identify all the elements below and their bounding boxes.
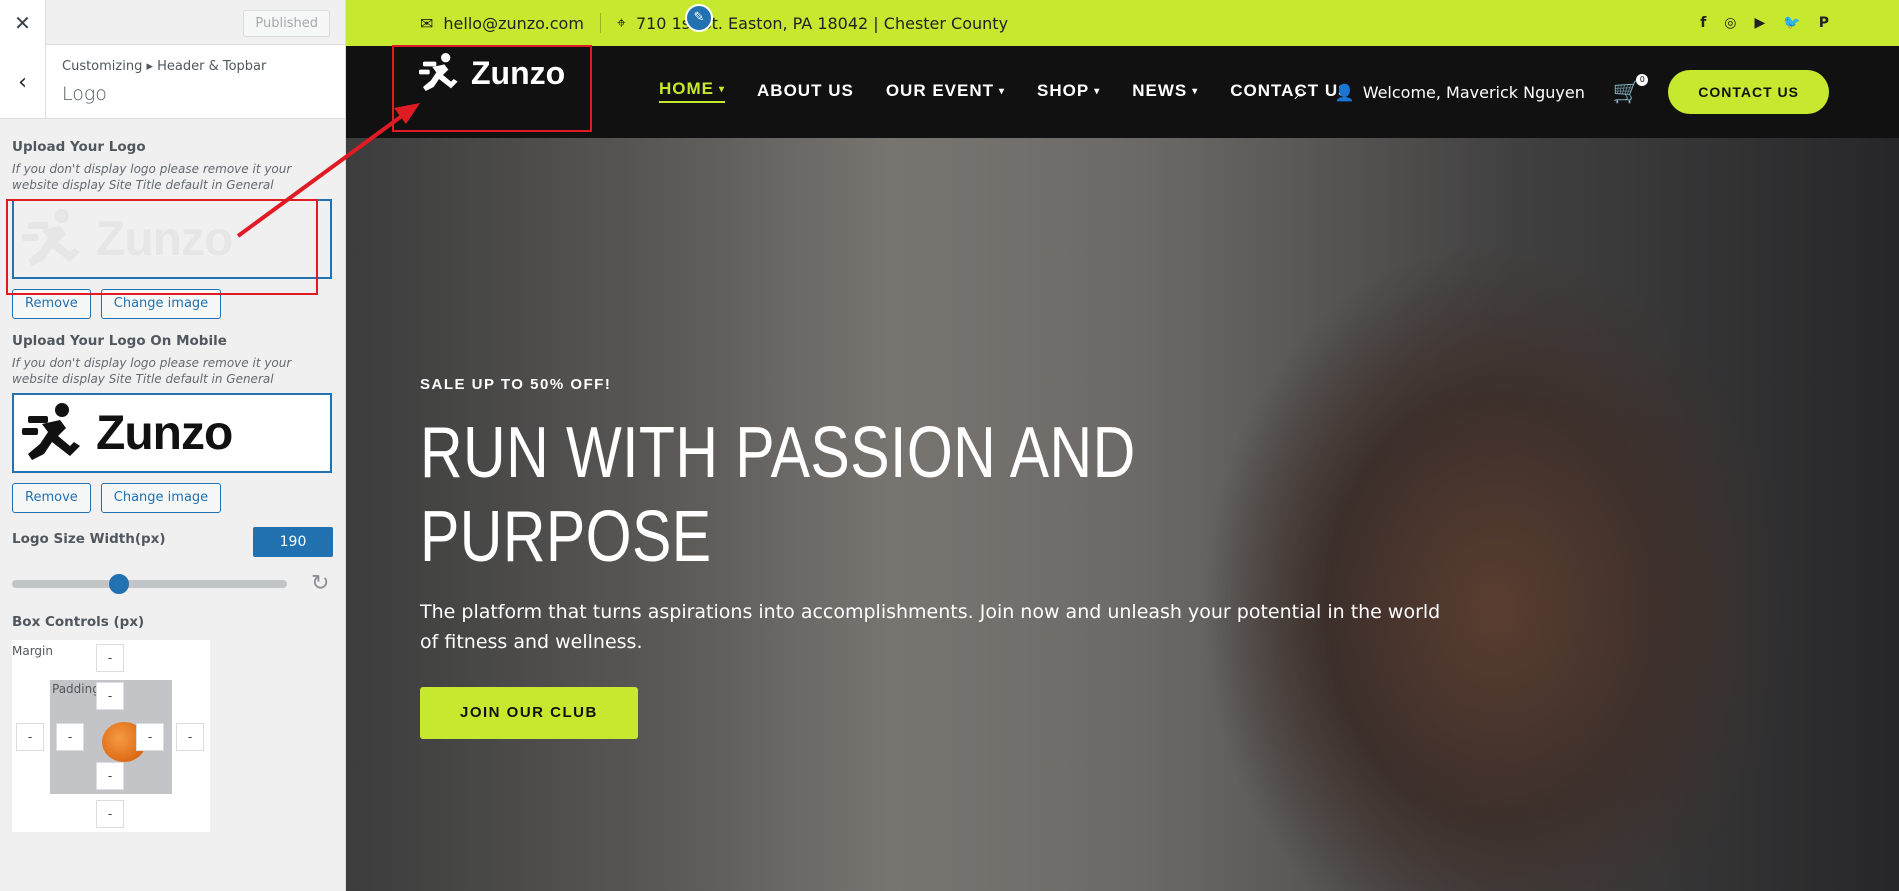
- margin-left-input[interactable]: -: [16, 723, 44, 751]
- cart-icon[interactable]: 🛒 0: [1613, 73, 1649, 105]
- account-link[interactable]: 👤 Welcome, Maverick Nguyen: [1335, 83, 1585, 102]
- back-arrow-icon[interactable]: ‹: [0, 45, 46, 119]
- margin-top-input[interactable]: -: [96, 644, 124, 672]
- padding-left-input[interactable]: -: [56, 723, 84, 751]
- facebook-icon[interactable]: f: [1700, 15, 1706, 31]
- topbar: ✉ hello@zunzo.com ⌖ 710 1st St. Easton, …: [346, 0, 1899, 46]
- site-logo[interactable]: Zunzo ✎: [419, 4, 713, 94]
- contact-us-button[interactable]: CONTACT US: [1668, 70, 1829, 114]
- hero-heading: RUN WITH PASSION AND PURPOSE: [420, 411, 1158, 579]
- change-mobile-logo-button[interactable]: Change image: [100, 483, 222, 513]
- site-logo-text: Zunzo: [471, 54, 566, 91]
- user-icon: 👤: [1334, 82, 1355, 102]
- hero-subtext: The platform that turns aspirations into…: [420, 601, 1441, 653]
- chevron-down-icon: ▾: [719, 83, 726, 95]
- breadcrumb: Customizing ▸ Header & Topbar: [62, 59, 267, 74]
- twitter-icon[interactable]: 🐦: [1783, 15, 1800, 31]
- remove-mobile-logo-button[interactable]: Remove: [12, 483, 91, 513]
- margin-right-input[interactable]: -: [176, 723, 204, 751]
- margin-label: Margin: [12, 644, 53, 658]
- edit-pencil-icon[interactable]: ✎: [685, 4, 713, 32]
- margin-bottom-input[interactable]: -: [96, 800, 124, 828]
- social-links: f ◎ ▶ 🐦 P: [1700, 15, 1829, 31]
- slider-handle[interactable]: [108, 573, 129, 594]
- mobile-logo-preview-text: Zunzo: [96, 406, 233, 460]
- logo-size-input[interactable]: 190: [253, 527, 333, 557]
- sidebar-controls: Upload Your Logo If you don't display lo…: [0, 119, 345, 852]
- upload-logo-label: Upload Your Logo: [12, 139, 146, 155]
- padding-label: Padding: [52, 682, 100, 696]
- location-pin-icon: ⌖: [616, 13, 626, 32]
- mobile-logo-preview[interactable]: Zunzo: [12, 393, 332, 473]
- hero-content: SALE UP TO 50% OFF! RUN WITH PASSION AND…: [420, 376, 1450, 739]
- runner-logo-icon: [22, 209, 80, 266]
- pinterest-icon[interactable]: P: [1819, 15, 1829, 31]
- change-logo-button[interactable]: Change image: [100, 289, 222, 319]
- search-icon[interactable]: ⌕: [1294, 80, 1306, 105]
- nav-item-home[interactable]: HOME ▾: [659, 79, 726, 103]
- nav-item-about[interactable]: ABOUT US: [757, 79, 854, 103]
- hero-section: SALE UP TO 50% OFF! RUN WITH PASSION AND…: [346, 138, 1899, 891]
- nav-item-news[interactable]: NEWS ▾: [1132, 79, 1198, 103]
- join-club-button[interactable]: JOIN OUR CLUB: [420, 687, 638, 739]
- upload-mobile-logo-label: Upload Your Logo On Mobile: [12, 333, 227, 349]
- box-controls: Margin - - - - Padding - - - -: [12, 640, 210, 832]
- logo-size-slider[interactable]: [12, 573, 287, 594]
- nav-actions: ⌕ 👤 Welcome, Maverick Nguyen 🛒 0 CONTACT …: [1294, 70, 1829, 114]
- youtube-icon[interactable]: ▶: [1755, 15, 1766, 31]
- logo-preview[interactable]: Zunzo: [12, 199, 332, 279]
- upload-mobile-logo-description: If you don't display logo please remove …: [12, 356, 292, 386]
- runner-logo-icon: [22, 403, 80, 460]
- topbar-divider: [599, 13, 601, 33]
- padding-top-input[interactable]: -: [96, 682, 124, 710]
- welcome-text: Welcome, Maverick Nguyen: [1362, 82, 1585, 102]
- chevron-down-icon: ▾: [999, 85, 1006, 97]
- section-header: ‹ Customizing ▸ Header & Topbar Logo: [0, 45, 345, 119]
- published-button[interactable]: Published: [243, 10, 330, 37]
- primary-menu: HOME ▾ ABOUT US OUR EVENT ▾ SHOP ▾ NEWS ▾ CO…: [659, 79, 1350, 103]
- hero-eyebrow: SALE UP TO 50% OFF!: [420, 376, 612, 393]
- mail-icon: ✉: [420, 13, 434, 33]
- chevron-down-icon: ▾: [1192, 85, 1199, 97]
- remove-logo-button[interactable]: Remove: [12, 289, 91, 319]
- logo-size-label: Logo Size Width(px): [12, 531, 166, 547]
- reset-icon[interactable]: ↻: [311, 571, 329, 596]
- topbar-email[interactable]: hello@zunzo.com: [443, 14, 584, 33]
- instagram-icon[interactable]: ◎: [1724, 15, 1736, 31]
- cart-count-badge: 0: [1636, 73, 1649, 86]
- upload-logo-description: If you don't display logo please remove …: [12, 162, 292, 192]
- hero-heading-line2: PURPOSE: [420, 497, 712, 577]
- hero-heading-line1: RUN WITH PASSION AND: [420, 413, 1136, 493]
- logo-preview-text: Zunzo: [96, 212, 233, 266]
- chevron-down-icon: ▾: [1094, 85, 1101, 97]
- sidebar-topbar: ✕ Published: [0, 0, 345, 45]
- main-navbar: Zunzo ✎ HOME ▾ ABOUT US OUR EVENT ▾ SHOP ▾ …: [346, 4, 1899, 138]
- padding-bottom-input[interactable]: -: [96, 762, 124, 790]
- runner-logo-icon: [419, 53, 458, 91]
- site-preview: ✉ hello@zunzo.com ⌖ 710 1st St. Easton, …: [346, 0, 1899, 891]
- padding-right-input[interactable]: -: [136, 723, 164, 751]
- customizer-sidebar: ✕ Published ‹ Customizing ▸ Header & Top…: [0, 0, 346, 891]
- section-title: Logo: [62, 83, 107, 105]
- nav-item-our-event[interactable]: OUR EVENT ▾: [886, 79, 1005, 103]
- nav-item-shop[interactable]: SHOP ▾: [1037, 79, 1100, 103]
- box-controls-label: Box Controls (px): [12, 614, 145, 630]
- close-icon[interactable]: ✕: [0, 0, 46, 45]
